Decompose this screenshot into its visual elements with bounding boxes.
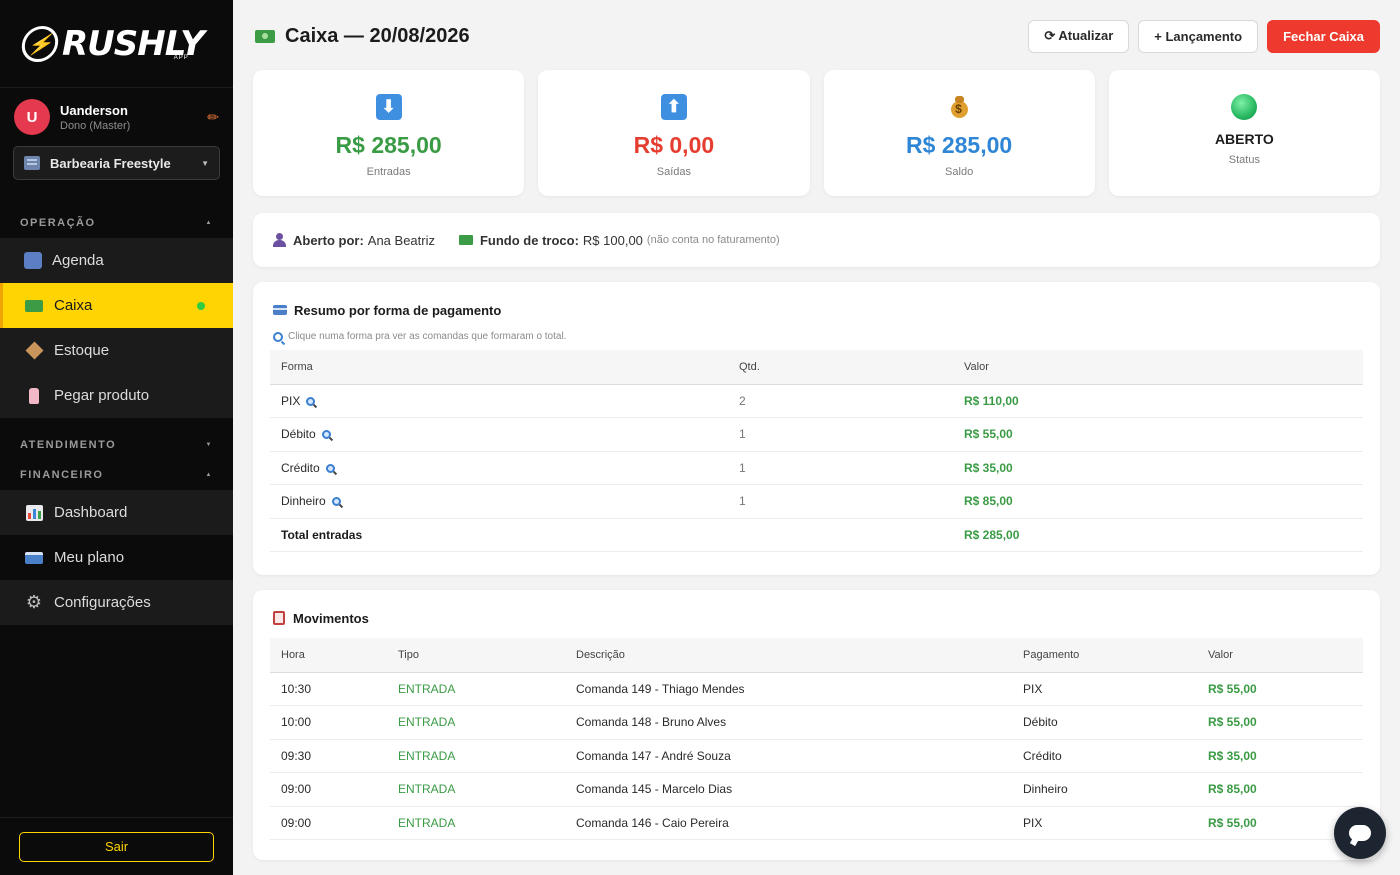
status-dot-icon [1231,94,1258,120]
expand-icon: ▼ [205,442,213,448]
sidebar-item-caixa[interactable]: Caixa [0,283,233,328]
page-title: Caixa — 20/08/2026 [255,25,470,48]
card-label: Entradas [366,166,411,178]
chat-bubble-icon [1349,825,1371,841]
calendar-icon [24,252,42,269]
bolt-icon: ⚡ [19,25,61,62]
cash-icon [24,297,44,315]
table-row: 10:30 ENTRADA Comanda 149 - Thiago Mende… [270,672,1363,706]
table-row[interactable]: Dinheiro 1 R$ 85,00 [270,484,1363,519]
arrow-down-icon: ⬇ [375,94,402,120]
shop-select-label: Barbearia Freestyle [50,155,171,171]
column-header: Valor [953,350,1363,385]
change-fund-value: R$ 100,00 [582,232,643,248]
main-content: Caixa — 20/08/2026 ⟳ Atualizar + Lançame… [233,0,1400,875]
column-header: Hora [270,638,387,673]
close-cash-button[interactable]: Fechar Caixa [1267,19,1380,53]
box-icon [24,341,44,360]
cash-icon [458,235,473,245]
column-header: Pagamento [1012,638,1197,673]
search-icon [273,331,283,342]
movements-panel: Movimentos Hora Tipo Descrição Pagamento… [253,590,1380,860]
panel-title: Movimentos [270,608,1363,628]
sidebar-item-pegar-produto[interactable]: Pegar produto [0,373,233,418]
card-value: R$ 285,00 [335,132,442,158]
brand-logo[interactable]: ⚡ RUSHLY APP [0,0,233,88]
collapse-icon: ▲ [205,220,213,226]
table-row[interactable]: PIX 2 R$ 110,00 [270,384,1363,418]
search-icon[interactable] [325,463,335,473]
pencil-icon[interactable]: ✏ [207,109,219,126]
card-saidas: ⬆ R$ 0,00 Saídas [538,70,810,196]
summary-table: Forma Qtd. Valor PIX 2 R$ 110,00 Débito … [270,350,1363,552]
live-indicator [197,301,205,310]
user-profile: U Uanderson Dono (Master) ✏ [0,88,233,146]
payment-summary-panel: Resumo por forma de pagamento Clique num… [253,282,1380,575]
change-fund-label: Fundo de troco: [479,232,579,248]
user-name: Uanderson [60,102,128,118]
sidebar-item-configuracoes[interactable]: ⚙ Configurações [0,580,233,625]
total-row: Total entradas R$ 285,00 [270,517,1363,552]
chevron-down-icon: ▼ [201,158,209,168]
card-label: Saídas [656,166,691,178]
bottle-icon [24,387,44,405]
card-label: Saldo [945,166,974,178]
column-header: Tipo [387,638,565,673]
sidebar-item-meu-plano[interactable]: Meu plano [0,535,233,580]
collapse-icon: ▲ [205,472,213,478]
column-header: Valor [1197,638,1363,673]
sidebar-item-estoque[interactable]: Estoque [0,328,233,373]
cash-icon [255,29,275,43]
sidebar: ⚡ RUSHLY APP U Uanderson Dono (Master) ✏… [0,0,233,875]
bar-chart-icon [24,504,44,522]
movements-table: Hora Tipo Descrição Pagamento Valor 10:3… [270,638,1363,840]
search-icon[interactable] [331,497,341,507]
shop-select[interactable]: Barbearia Freestyle ▼ [13,146,220,180]
gear-icon: ⚙ [25,592,43,612]
opened-by-value: Ana Beatriz [367,232,435,248]
search-icon[interactable] [306,396,316,406]
credit-card-icon [273,305,287,315]
status-badge: ABERTO [1214,131,1274,147]
column-header: Qtd. [728,350,953,385]
column-header: Descrição [565,638,1012,673]
credit-card-icon [24,549,44,567]
panel-title: Resumo por forma de pagamento [270,300,1363,320]
cash-info-bar: Aberto por: Ana Beatriz Fundo de troco: … [253,213,1380,267]
card-status: ABERTO Status [1108,70,1380,196]
person-icon [273,233,286,247]
panel-hint: Clique numa forma pra ver as comandas qu… [270,331,1363,342]
table-row: 09:00 ENTRADA Comanda 145 - Marcelo Dias… [270,772,1363,807]
table-row[interactable]: Débito 1 R$ 55,00 [270,417,1363,452]
card-entradas: ⬇ R$ 285,00 Entradas [253,70,525,196]
column-header: Forma [270,350,728,385]
sidebar-item-dashboard[interactable]: Dashboard [0,490,233,535]
card-label: Status [1228,154,1260,166]
arrow-up-icon: ⬆ [660,94,687,120]
section-atendimento[interactable]: ATENDIMENTO ▼ [0,430,233,460]
section-financeiro[interactable]: FINANCEIRO ▲ [0,460,233,490]
logout-button[interactable]: Sair [19,831,214,862]
search-icon[interactable] [321,430,331,440]
user-role: Dono (Master) [60,119,131,132]
clipboard-icon [273,611,285,625]
card-value: R$ 0,00 [633,132,715,158]
money-bag-icon [946,94,972,120]
change-fund-note: (não conta no faturamento) [646,234,780,246]
table-row: 10:00 ENTRADA Comanda 148 - Bruno Alves … [270,705,1363,740]
opened-by-label: Aberto por: [293,232,364,248]
table-row: 09:00 ENTRADA Comanda 146 - Caio Pereira… [270,806,1363,840]
table-row: 09:30 ENTRADA Comanda 147 - André Souza … [270,739,1363,773]
sidebar-item-agenda[interactable]: Agenda [0,238,233,283]
card-saldo: R$ 285,00 Saldo [823,70,1095,196]
chat-button[interactable] [1334,807,1386,859]
brand-sub: APP [173,54,189,61]
refresh-button[interactable]: ⟳ Atualizar [1028,19,1130,53]
section-operacao[interactable]: OPERAÇÃO ▲ [0,208,233,238]
card-value: R$ 285,00 [906,132,1013,158]
building-icon [24,156,40,170]
table-row[interactable]: Crédito 1 R$ 35,00 [270,451,1363,485]
add-entry-button[interactable]: + Lançamento [1138,19,1259,53]
avatar: U [14,99,50,135]
